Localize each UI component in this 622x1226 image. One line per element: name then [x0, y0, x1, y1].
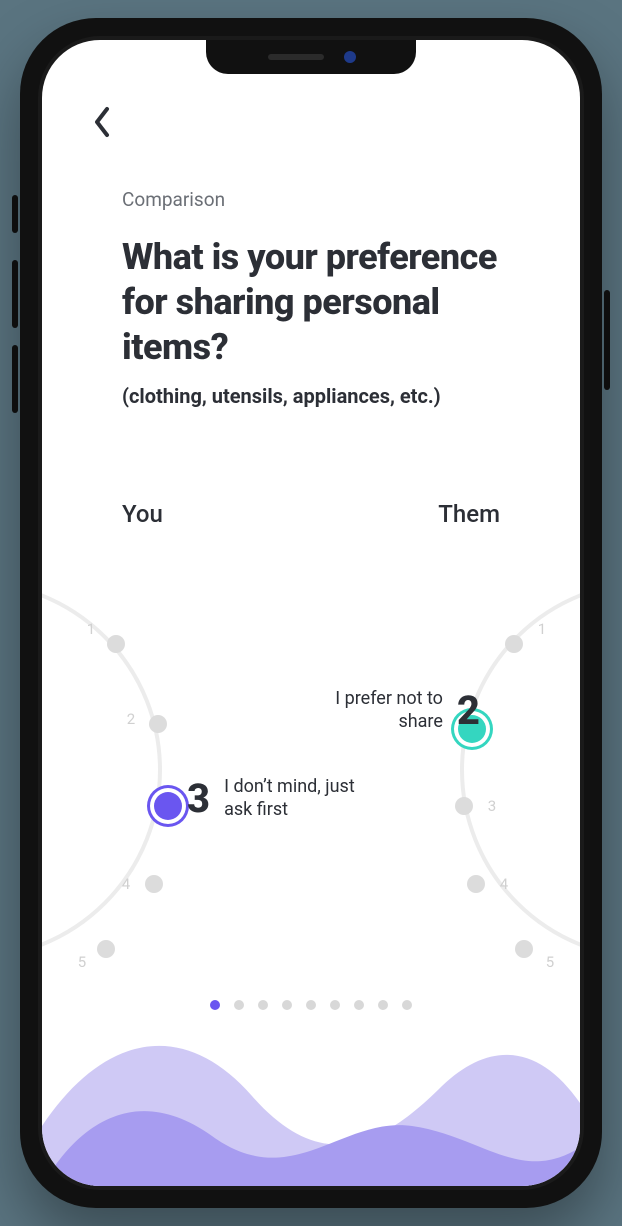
- them-tick-3[interactable]: [455, 797, 473, 815]
- you-answer: 3 I don’t mind, just ask first: [187, 776, 364, 821]
- them-tick-1[interactable]: [505, 635, 523, 653]
- them-answer: 2 I prefer not to share: [303, 688, 480, 733]
- them-tick-label-4: 4: [500, 875, 508, 893]
- page-dot-4[interactable]: [282, 1000, 292, 1010]
- page-dot-5[interactable]: [306, 1000, 316, 1010]
- them-tick-label-1: 1: [538, 620, 546, 638]
- page-dot-9[interactable]: [402, 1000, 412, 1010]
- eyebrow-label: Comparison: [122, 188, 500, 211]
- back-button[interactable]: [80, 100, 124, 144]
- you-tick-label-2: 2: [127, 710, 135, 728]
- volume-up-stub: [12, 260, 18, 328]
- page-dot-7[interactable]: [354, 1000, 364, 1010]
- you-answer-value: 3: [187, 779, 210, 819]
- question-heading: What is your preference for sharing pers…: [122, 235, 500, 370]
- you-tick-5[interactable]: [97, 940, 115, 958]
- phone-bezel: Comparison What is your preference for s…: [38, 36, 584, 1190]
- them-tick-label-3: 3: [488, 797, 496, 815]
- screen: Comparison What is your preference for s…: [42, 40, 580, 1186]
- them-answer-caption: I prefer not to share: [303, 688, 443, 733]
- them-label: Them: [438, 500, 500, 528]
- them-answer-value: 2: [457, 691, 480, 731]
- power-button-stub: [604, 290, 610, 390]
- you-answer-caption: I don’t mind, just ask first: [224, 776, 364, 821]
- them-tick-label-5: 5: [546, 953, 554, 971]
- you-label: You: [122, 500, 163, 528]
- them-dial[interactable]: 1 3 4 5: [460, 580, 580, 960]
- page-dot-8[interactable]: [378, 1000, 388, 1010]
- phone-frame: Comparison What is your preference for s…: [20, 18, 602, 1208]
- them-tick-4[interactable]: [467, 875, 485, 893]
- you-selected-marker[interactable]: [154, 792, 182, 820]
- you-tick-label-5: 5: [78, 953, 86, 971]
- page-dot-3[interactable]: [258, 1000, 268, 1010]
- you-tick-label-4: 4: [122, 875, 130, 893]
- volume-down-stub: [12, 345, 18, 413]
- you-tick-label-1: 1: [87, 620, 95, 638]
- page-dot-1[interactable]: [210, 1000, 220, 1010]
- phone-notch: [206, 40, 416, 74]
- you-dial[interactable]: 1 2 4 5: [42, 580, 162, 960]
- you-tick-2[interactable]: [149, 715, 167, 733]
- comparison-dials: 1 2 4 5 1 3: [42, 560, 580, 980]
- page-dot-2[interactable]: [234, 1000, 244, 1010]
- you-tick-1[interactable]: [107, 635, 125, 653]
- question-subtitle: (clothing, utensils, appliances, etc.): [122, 384, 500, 408]
- page-dot-6[interactable]: [330, 1000, 340, 1010]
- you-tick-4[interactable]: [145, 875, 163, 893]
- them-tick-5[interactable]: [515, 940, 533, 958]
- pagination: [42, 1000, 580, 1010]
- chevron-left-icon: [92, 106, 112, 138]
- volume-switch-stub: [12, 195, 18, 233]
